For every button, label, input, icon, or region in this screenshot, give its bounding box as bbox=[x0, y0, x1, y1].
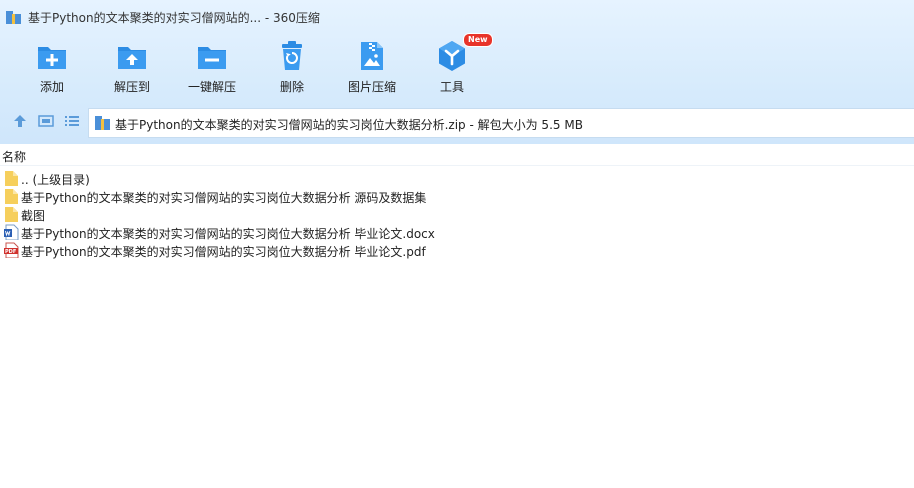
tools-button[interactable]: New 工具 bbox=[412, 33, 493, 100]
add-icon bbox=[38, 47, 66, 69]
extract-to-label: 解压到 bbox=[113, 80, 150, 94]
top-chrome: 基于Python的文本聚类的对实习僧网站的... - 360压缩 添加 解压到 bbox=[0, 0, 914, 144]
add-label: 添加 bbox=[39, 80, 64, 94]
tools-icon bbox=[439, 41, 465, 71]
one-click-extract-icon bbox=[198, 47, 226, 69]
navigation-row: 基于Python的文本聚类的对实习僧网站的实习岗位大数据分析.zip - 解包大… bbox=[0, 106, 914, 138]
thumbnail-view-icon[interactable] bbox=[37, 113, 55, 129]
list-item-name: 截图 bbox=[21, 209, 46, 223]
list-item-name: 基于Python的文本聚类的对实习僧网站的实习岗位大数据分析 源码及数据集 bbox=[21, 191, 427, 205]
list-item[interactable]: 基于Python的文本聚类的对实习僧网站的实习岗位大数据分析 毕业论文.docx bbox=[0, 223, 914, 241]
one-click-extract-button[interactable]: 一键解压 bbox=[172, 36, 252, 100]
folder-icon bbox=[5, 171, 18, 186]
image-compress-button[interactable]: 图片压缩 bbox=[332, 36, 412, 100]
list-item[interactable]: PDF 基于Python的文本聚类的对实习僧网站的实习岗位大数据分析 毕业论文.… bbox=[0, 241, 914, 259]
list-item[interactable]: 基于Python的文本聚类的对实习僧网站的实习岗位大数据分析 源码及数据集 bbox=[0, 187, 914, 205]
column-header-label: 名称 bbox=[2, 150, 27, 164]
list-item-name: 基于Python的文本聚类的对实习僧网站的实习岗位大数据分析 毕业论文.pdf bbox=[21, 245, 426, 259]
delete-button[interactable]: 删除 bbox=[252, 36, 332, 100]
delete-icon bbox=[282, 41, 302, 70]
list-item-name: .. (上级目录) bbox=[21, 173, 90, 187]
pdf-icon: PDF bbox=[4, 242, 19, 258]
image-compress-icon bbox=[361, 42, 383, 70]
zip-file-icon bbox=[95, 116, 110, 130]
svg-text:PDF: PDF bbox=[5, 249, 16, 255]
word-doc-icon bbox=[4, 224, 19, 240]
window-title: 基于Python的文本聚类的对实习僧网站的... - 360压缩 bbox=[28, 11, 320, 25]
toolbar: 添加 解压到 一键解压 删除 图片压缩 New 工具 bbox=[0, 33, 914, 100]
up-arrow-icon[interactable] bbox=[11, 113, 29, 129]
list-item-name: 基于Python的文本聚类的对实习僧网站的实习岗位大数据分析 毕业论文.docx bbox=[21, 227, 435, 241]
new-badge: New bbox=[463, 33, 493, 47]
folder-icon bbox=[5, 189, 18, 204]
list-view-icon[interactable] bbox=[63, 113, 81, 129]
address-bar[interactable]: 基于Python的文本聚类的对实习僧网站的实习岗位大数据分析.zip - 解包大… bbox=[88, 108, 914, 138]
title-bar: 基于Python的文本聚类的对实习僧网站的... - 360压缩 bbox=[0, 0, 914, 34]
tools-label: 工具 bbox=[439, 80, 464, 94]
delete-label: 删除 bbox=[279, 80, 304, 94]
column-header-name[interactable]: 名称 bbox=[0, 144, 914, 166]
app-logo-icon bbox=[6, 11, 21, 24]
list-item[interactable]: 截图 bbox=[0, 205, 914, 223]
one-click-extract-label: 一键解压 bbox=[187, 80, 236, 94]
address-path: 基于Python的文本聚类的对实习僧网站的实习岗位大数据分析.zip - 解包大… bbox=[115, 118, 583, 132]
image-compress-label: 图片压缩 bbox=[347, 80, 396, 94]
extract-to-button[interactable]: 解压到 bbox=[92, 36, 172, 100]
extract-to-icon bbox=[118, 47, 146, 69]
folder-icon bbox=[5, 207, 18, 222]
add-button[interactable]: 添加 bbox=[12, 36, 92, 100]
list-item[interactable]: .. (上级目录) bbox=[0, 169, 914, 187]
